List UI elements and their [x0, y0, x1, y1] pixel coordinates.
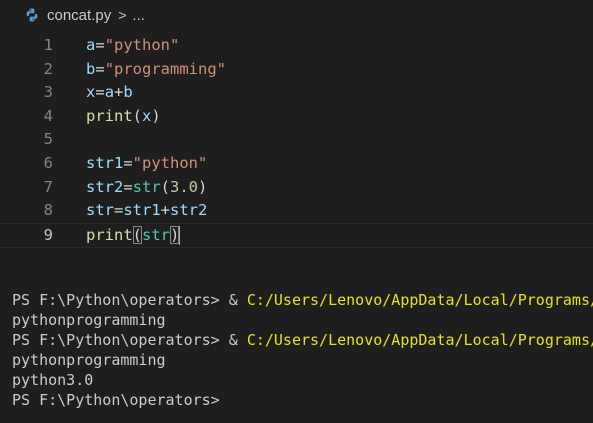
code-token: print	[86, 106, 133, 125]
code-token: =	[95, 83, 105, 102]
terminal-output: pythonprogramming	[12, 311, 166, 329]
terminal-prompt: PS F:\Python\operators>	[12, 331, 220, 349]
code-line[interactable]: 7 str2=str(3.0)	[0, 176, 593, 199]
code-line[interactable]: 4 print(x)	[0, 105, 593, 128]
code-token: =	[123, 154, 133, 172]
code-token: str	[142, 225, 171, 244]
breadcrumb-file[interactable]: concat.py	[47, 7, 111, 24]
code-text[interactable]: a="python"	[86, 34, 179, 57]
python-file-icon	[24, 7, 40, 23]
code-line[interactable]: 1 a="python"	[0, 34, 593, 57]
code-token: +	[114, 83, 124, 102]
terminal-command-operator: &	[219, 331, 247, 349]
code-token: "python"	[132, 154, 208, 172]
code-token: str2	[86, 177, 124, 196]
code-token: +	[160, 201, 171, 220]
line-number: 2	[43, 59, 53, 78]
code-token: str2	[170, 201, 208, 220]
code-token: =	[95, 59, 105, 78]
code-text[interactable]: str1="python"	[86, 152, 207, 175]
code-text[interactable]: print(str)	[86, 224, 181, 247]
code-token: (	[160, 177, 171, 196]
code-token: str	[132, 177, 161, 196]
terminal-prompt: PS F:\Python\operators>	[12, 291, 220, 309]
code-token: =	[95, 36, 105, 54]
code-text[interactable]: print(x)	[86, 105, 161, 128]
code-token: a	[104, 83, 115, 102]
code-token: "python"	[104, 36, 180, 54]
code-token: str	[86, 201, 114, 220]
code-token: b	[123, 83, 133, 102]
code-token: (	[132, 225, 143, 244]
code-line[interactable]: 9 print(str)	[0, 222, 593, 248]
code-token: (	[132, 106, 143, 125]
code-token: )	[170, 225, 180, 244]
code-token: str1	[86, 154, 124, 172]
code-token: =	[114, 201, 124, 220]
code-line[interactable]: 5	[0, 128, 593, 151]
code-token: b	[86, 59, 96, 78]
code-token: str1	[123, 201, 161, 220]
line-number: 7	[43, 177, 53, 196]
code-token: a	[86, 36, 96, 54]
breadcrumb-ellipsis[interactable]: ...	[132, 7, 145, 24]
terminal-output: pythonprogramming	[12, 351, 166, 369]
code-token: =	[123, 177, 133, 196]
code-line[interactable]: 8 str=str1+str2	[0, 199, 593, 222]
code-text[interactable]: str2=str(3.0)	[86, 176, 207, 199]
terminal-command-operator: &	[219, 291, 247, 309]
line-number: 4	[43, 106, 53, 125]
code-token: x	[86, 83, 96, 102]
terminal-command-path: C:/Users/Lenovo/AppData/Local/Programs/	[246, 331, 593, 349]
code-text[interactable]: str=str1+str2	[86, 199, 207, 222]
code-editor[interactable]: 1 a="python" 2 b="programming" 3 x=a+b 4 print(…	[0, 32, 593, 252]
terminal-line: PS F:\Python\operators>	[0, 390, 593, 410]
code-token: x	[142, 106, 152, 125]
line-number: 5	[43, 130, 53, 149]
text-cursor	[179, 225, 181, 245]
line-number: 9	[43, 225, 53, 244]
terminal-line: PS F:\Python\operators> & C:/Users/Lenov…	[0, 290, 593, 310]
line-number: 3	[43, 83, 53, 102]
code-line[interactable]: 6 str1="python"	[0, 152, 593, 175]
code-token: "programming"	[104, 59, 227, 78]
code-token: print	[86, 225, 133, 244]
line-number: 6	[43, 154, 53, 172]
terminal-prompt: PS F:\Python\operators>	[12, 391, 220, 409]
line-number: 1	[43, 36, 53, 54]
code-token: )	[151, 106, 161, 125]
code-token: )	[198, 177, 208, 196]
code-line[interactable]: 2 b="programming"	[0, 58, 593, 81]
code-line[interactable]: 3 x=a+b	[0, 81, 593, 104]
chevron-right-icon: >	[118, 7, 127, 23]
terminal-output: python3.0	[12, 371, 94, 389]
terminal-command-path: C:/Users/Lenovo/AppData/Local/Programs/	[246, 291, 593, 309]
line-number: 8	[43, 201, 53, 220]
code-token: 3.0	[170, 177, 199, 196]
code-text[interactable]: b="programming"	[86, 58, 226, 81]
terminal-panel[interactable]: PS F:\Python\operators> & C:/Users/Lenov…	[0, 290, 593, 423]
terminal-line: PS F:\Python\operators> & C:/Users/Lenov…	[0, 330, 593, 350]
breadcrumb: concat.py > ...	[0, 0, 593, 30]
code-text[interactable]: x=a+b	[86, 81, 133, 104]
